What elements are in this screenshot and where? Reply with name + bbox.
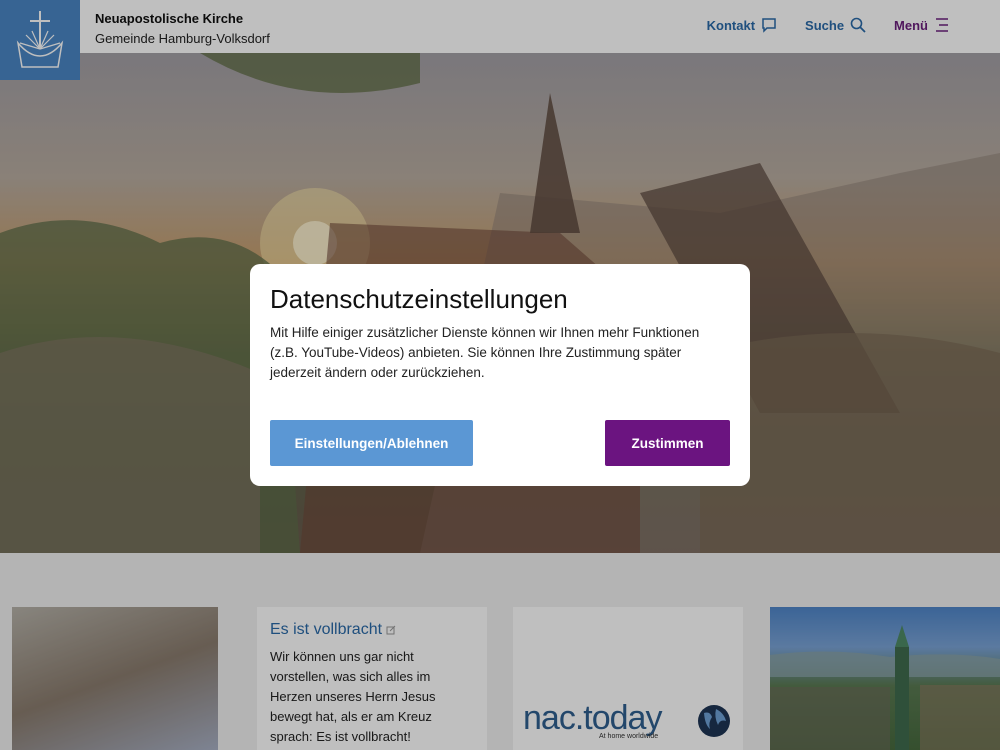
- settings-reject-button[interactable]: Einstellungen/Ablehnen: [270, 420, 473, 466]
- dialog-title: Datenschutzeinstellungen: [270, 284, 568, 314]
- privacy-dialog: Datenschutzeinstellungen Mit Hilfe einig…: [250, 264, 750, 486]
- accept-button[interactable]: Zustimmen: [605, 420, 730, 466]
- dialog-text: Mit Hilfe einiger zusätzlicher Dienste k…: [270, 325, 700, 380]
